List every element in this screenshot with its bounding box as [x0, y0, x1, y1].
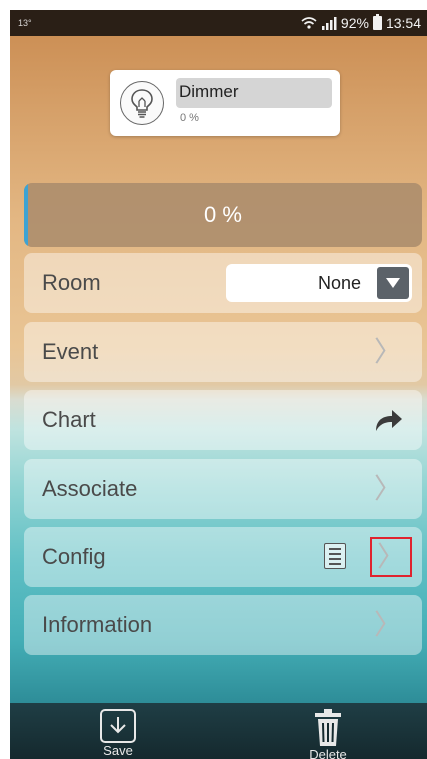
document-icon[interactable] — [324, 543, 346, 569]
save-download-icon — [100, 709, 136, 743]
chevron-right-icon[interactable]: 〉 — [374, 609, 402, 641]
chevron-right-icon[interactable]: 〉 — [374, 336, 402, 368]
save-label: Save — [103, 743, 133, 758]
trash-icon — [315, 709, 341, 746]
event-label: Event — [42, 339, 99, 364]
status-right-group: 92% 13:54 — [301, 14, 421, 31]
clock: 13:54 — [385, 15, 421, 31]
associate-row[interactable]: Associate 〉 — [24, 459, 422, 519]
config-row[interactable]: Config 〉 — [24, 527, 422, 587]
chevron-down-icon[interactable] — [377, 267, 409, 299]
progress-fill — [24, 183, 28, 247]
information-row[interactable]: Information 〉 — [24, 595, 422, 655]
bottom-toolbar: Save Delete — [10, 703, 427, 759]
save-button[interactable]: Save — [94, 709, 142, 758]
chart-row[interactable]: Chart — [24, 390, 422, 450]
battery-percent: 92% — [340, 15, 369, 31]
signal-icon — [321, 17, 337, 30]
room-dropdown[interactable]: None — [226, 264, 412, 302]
room-row: Room None — [24, 253, 422, 313]
chart-label: Chart — [42, 407, 96, 432]
delete-label: Delete — [309, 747, 347, 759]
config-label: Config — [42, 544, 106, 569]
delete-button[interactable]: Delete — [302, 709, 354, 759]
lightbulb-icon — [120, 81, 164, 125]
associate-label: Associate — [42, 476, 138, 501]
event-row[interactable]: Event 〉 — [24, 322, 422, 382]
status-temperature: 13° — [18, 18, 32, 28]
chevron-right-icon[interactable]: 〉 — [374, 473, 402, 505]
room-selected-value: None — [317, 272, 361, 293]
share-arrow-icon[interactable] — [372, 406, 404, 434]
battery-icon — [372, 14, 382, 30]
progress-label: 0 % — [204, 202, 242, 227]
app-screen: 13° 92% 13:54 Dimmer 0 % 0 % Room None E… — [10, 10, 427, 759]
device-level: 0 % — [180, 112, 199, 124]
level-progress-bar[interactable]: 0 % — [24, 183, 422, 247]
device-name[interactable]: Dimmer — [176, 78, 332, 108]
chevron-right-icon[interactable]: 〉 — [370, 537, 412, 577]
device-card[interactable]: Dimmer 0 % — [110, 70, 340, 136]
wifi-icon — [301, 17, 317, 29]
status-bar: 13° 92% 13:54 — [10, 10, 427, 36]
information-label: Information — [42, 612, 153, 637]
